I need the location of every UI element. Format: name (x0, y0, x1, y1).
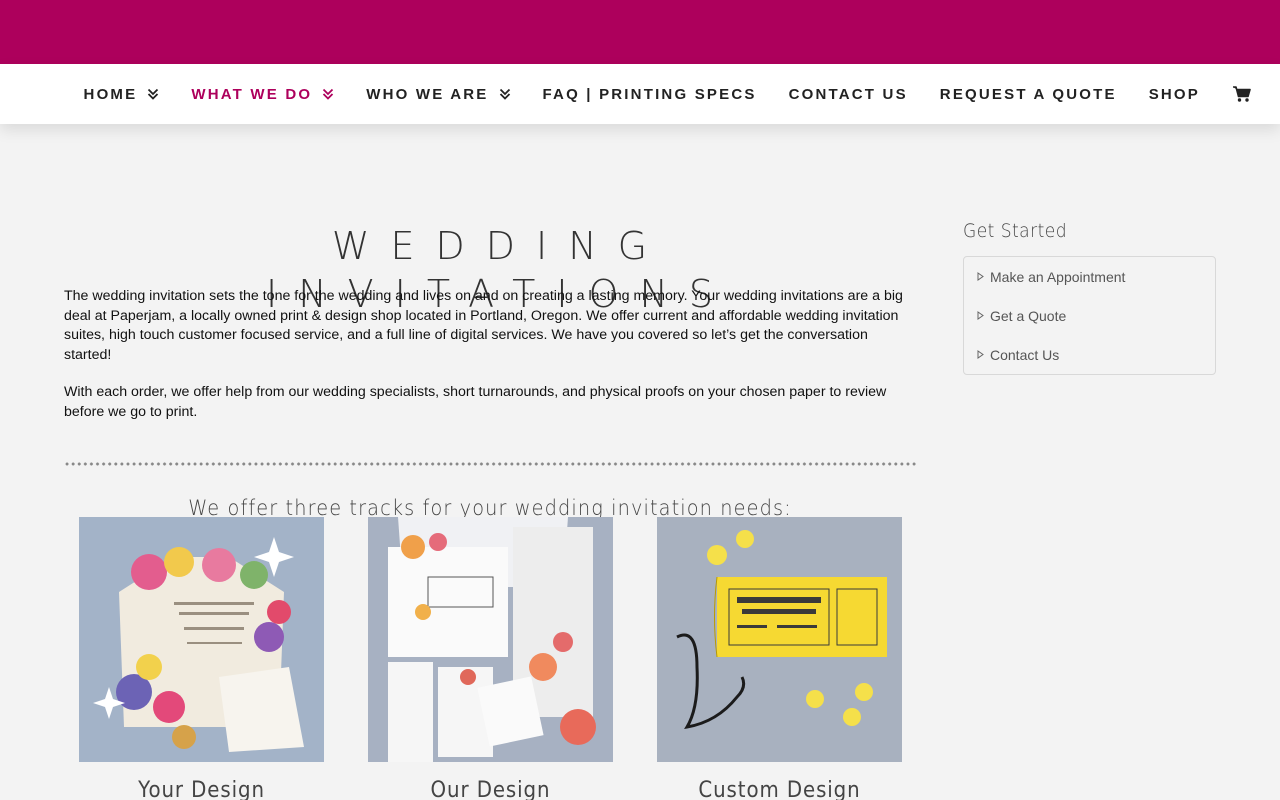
navbar: HOME WHAT WE DO WHO WE ARE FAQ | PRINTIN… (0, 64, 1280, 124)
shopping-cart-icon[interactable] (1232, 84, 1252, 104)
sidebar-link-label: Make an Appointment (990, 268, 1126, 285)
chevron-double-down-icon (148, 88, 159, 100)
nav-item-label: SHOP (1148, 85, 1200, 103)
sidebar: Get Started Make an Appointment Get a Qu… (963, 220, 1216, 375)
track-caption: Custom Design (698, 778, 861, 800)
watercolor-suite-illustration (388, 517, 596, 762)
nav-item-label: WHO WE ARE (366, 85, 489, 103)
nav-item-shop[interactable]: SHOP (1149, 86, 1200, 103)
sidebar-link-get-quote[interactable]: Get a Quote (964, 296, 1215, 335)
sidebar-links-box: Make an Appointment Get a Quote Contact … (963, 256, 1216, 375)
sidebar-link-make-appointment[interactable]: Make an Appointment (964, 263, 1215, 290)
triangle-right-icon (977, 350, 984, 359)
track-card-custom-design[interactable]: Custom Design (657, 517, 902, 800)
floral-invitation-illustration (93, 537, 304, 752)
track-card-your-design[interactable]: Your Design (79, 517, 324, 800)
top-brand-bar (0, 0, 1280, 64)
track-caption: Our Design (430, 778, 551, 800)
chevron-double-down-icon (323, 88, 334, 100)
sidebar-link-label: Get a Quote (990, 307, 1067, 324)
order-paragraph: With each order, we offer help from our … (64, 384, 887, 420)
dotted-divider (64, 462, 916, 466)
main-content: WEDDING INVITATIONS The wedding invitati… (64, 220, 916, 800)
nav-item-label: WHAT WE DO (191, 85, 313, 103)
nav-item-label: CONTACT US (788, 85, 908, 103)
nav-item-what-we-do[interactable]: WHAT WE DO (191, 86, 334, 103)
nav-item-request-a-quote[interactable]: REQUEST A QUOTE (940, 86, 1117, 103)
nav-item-faq[interactable]: FAQ | PRINTING SPECS (543, 86, 757, 103)
sidebar-title: Get Started (963, 220, 1068, 242)
sidebar-link-label: Contact Us (990, 346, 1060, 363)
nav-item-who-we-are[interactable]: WHO WE ARE (366, 86, 510, 103)
page-title: WEDDING INVITATIONS (265, 224, 735, 316)
triangle-right-icon (977, 311, 984, 320)
intro-paragraph: The wedding invitation sets the tone for… (64, 288, 903, 363)
ticket-invitation-illustration (676, 530, 887, 730)
sidebar-link-contact-us[interactable]: Contact Us (964, 335, 1215, 374)
main-nav: HOME WHAT WE DO WHO WE ARE FAQ | PRINTIN… (84, 64, 1252, 124)
custom-design-image[interactable] (657, 517, 902, 762)
nav-item-contact-us[interactable]: CONTACT US (789, 86, 908, 103)
nav-item-label: REQUEST A QUOTE (939, 85, 1117, 103)
nav-item-label: HOME (83, 85, 138, 103)
chevron-double-down-icon (499, 88, 510, 100)
track-caption: Your Design (138, 778, 265, 800)
our-design-image[interactable] (368, 517, 613, 762)
track-card-our-design[interactable]: Our Design (368, 517, 613, 800)
your-design-image[interactable] (79, 517, 324, 762)
nav-item-label: FAQ | PRINTING SPECS (542, 85, 757, 103)
triangle-right-icon (977, 272, 984, 281)
nav-item-home[interactable]: HOME (84, 86, 160, 103)
